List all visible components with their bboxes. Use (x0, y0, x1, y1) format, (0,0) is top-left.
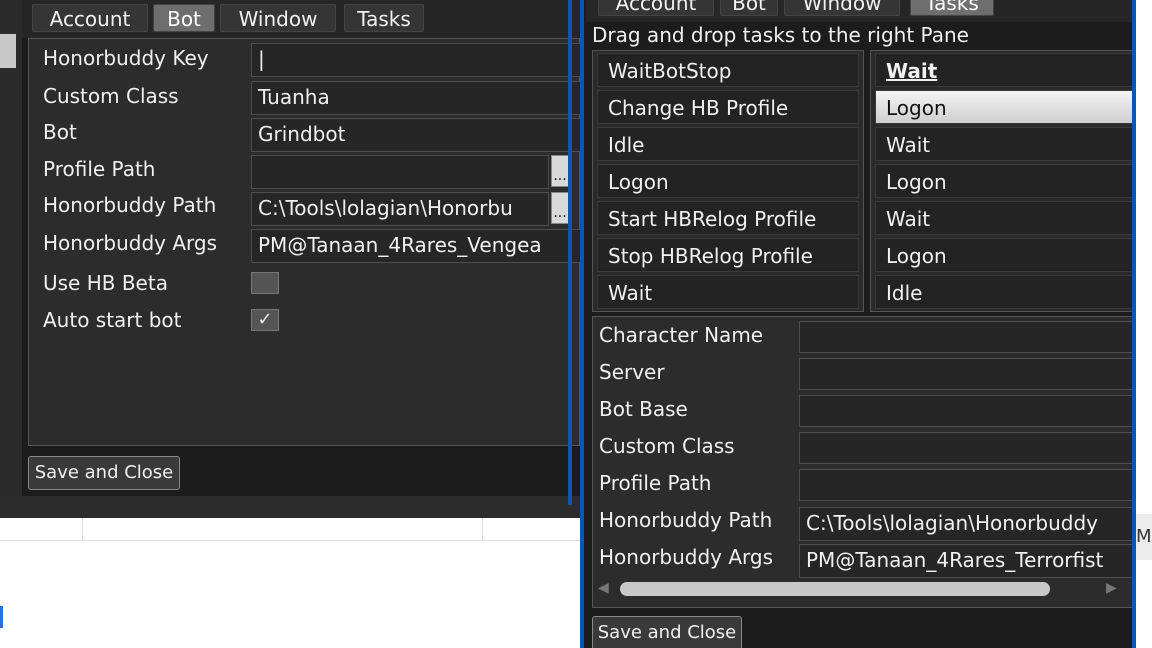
use-hb-beta-label: Use HB Beta (43, 271, 168, 295)
list-item[interactable]: Start HBRelog Profile (597, 201, 859, 235)
tab-window[interactable]: Window (784, 0, 900, 16)
window-edge (568, 0, 572, 505)
list-item[interactable]: Idle (597, 127, 859, 161)
list-item[interactable]: WaitBotStop (597, 53, 859, 87)
bot-base-label: Bot Base (599, 397, 688, 421)
honorbuddy-path-browse-button[interactable]: ... (551, 192, 569, 224)
scroll-left-arrow-icon[interactable]: ◀ (598, 580, 609, 596)
background-table-area (0, 518, 580, 648)
honorbuddy-key-input[interactable]: | (251, 43, 580, 77)
selection-marker (0, 606, 3, 628)
character-name-label: Character Name (599, 323, 764, 347)
custom-class-label: Custom Class (43, 84, 179, 108)
available-tasks-list: WaitBotStop Change HB Profile Idle Logon… (592, 50, 864, 312)
drag-drop-hint: Drag and drop tasks to the right Pane (592, 23, 969, 47)
tab-bar: Account Bot Window Tasks (22, 0, 580, 38)
grid-line (82, 518, 83, 540)
list-item[interactable]: Wait (875, 127, 1136, 161)
honorbuddy-path-label: Honorbuddy Path (43, 193, 217, 217)
honorbuddy-args-input[interactable]: PM@Tanaan_4Rares_Vengea (251, 229, 580, 263)
list-item[interactable]: Idle (875, 275, 1136, 309)
bot-label: Bot (43, 120, 77, 144)
list-item[interactable]: Wait (875, 53, 1136, 87)
grid-line (482, 518, 483, 540)
tab-window[interactable]: Window (220, 4, 336, 32)
use-hb-beta-checkbox[interactable] (251, 272, 279, 294)
auto-start-bot-label: Auto start bot (43, 308, 182, 332)
profile-path-input[interactable] (799, 469, 1136, 501)
profile-path-browse-button[interactable]: ... (551, 155, 569, 187)
background-area: M (1136, 0, 1152, 648)
task-detail-panel: Character Name Server Bot Base Custom Cl… (592, 316, 1136, 608)
scroll-right-arrow-icon[interactable]: ▶ (1106, 580, 1117, 596)
list-item[interactable]: Logon (875, 90, 1136, 124)
window-bottom-border (0, 496, 580, 518)
tasks-window: Account Bot Window Tasks Drag and drop t… (580, 0, 1136, 648)
custom-class-input[interactable]: Tuanha (251, 81, 580, 115)
profile-path-label: Profile Path (43, 157, 156, 181)
honorbuddy-path-input[interactable]: C:\Tools\lolagian\Honorbu (251, 192, 549, 226)
honorbuddy-args-label: Honorbuddy Args (43, 231, 218, 255)
profile-path-input[interactable] (251, 155, 549, 189)
bot-input[interactable]: Grindbot (251, 118, 580, 152)
tab-bot[interactable]: Bot (153, 4, 215, 32)
clipped-text: M (1136, 514, 1152, 560)
server-input[interactable] (799, 358, 1136, 390)
list-item[interactable]: Wait (597, 275, 859, 309)
character-name-input[interactable] (799, 321, 1136, 353)
list-item[interactable]: Logon (875, 238, 1136, 272)
grid-line (0, 540, 580, 541)
bot-settings-panel: Honorbuddy Key | Custom Class Tuanha Bot… (28, 38, 580, 446)
auto-start-bot-checkbox[interactable]: ✓ (251, 309, 279, 331)
left-gutter (0, 0, 22, 518)
list-item[interactable]: Logon (875, 164, 1136, 198)
tab-account[interactable]: Account (32, 4, 148, 32)
save-and-close-button[interactable]: Save and Close (28, 456, 180, 490)
profile-path-label: Profile Path (599, 471, 712, 495)
bot-base-input[interactable] (799, 395, 1136, 427)
honorbuddy-path-input[interactable]: C:\Tools\lolagian\Honorbuddy (799, 507, 1136, 541)
tab-bot[interactable]: Bot (720, 0, 778, 16)
gutter-notch (0, 34, 16, 68)
custom-class-label: Custom Class (599, 434, 735, 458)
tab-bar: Account Bot Window Tasks (586, 0, 1136, 22)
window-edge (580, 0, 584, 648)
save-and-close-button[interactable]: Save and Close (592, 616, 742, 648)
check-mark-icon: ✓ (257, 309, 273, 330)
custom-class-input[interactable] (799, 432, 1136, 464)
list-item[interactable]: Logon (597, 164, 859, 198)
honorbuddy-args-label: Honorbuddy Args (599, 545, 774, 569)
honorbuddy-args-input[interactable]: PM@Tanaan_4Rares_Terrorfist (799, 544, 1136, 578)
honorbuddy-key-label: Honorbuddy Key (43, 46, 209, 70)
list-item[interactable]: Change HB Profile (597, 90, 859, 124)
tab-account[interactable]: Account (598, 0, 714, 16)
horizontal-scrollbar-thumb[interactable] (620, 582, 1050, 596)
bot-settings-window: Account Bot Window Tasks Honorbuddy Key … (0, 0, 580, 518)
tab-tasks[interactable]: Tasks (344, 4, 424, 32)
server-label: Server (599, 360, 665, 384)
honorbuddy-path-label: Honorbuddy Path (599, 508, 773, 532)
tab-tasks[interactable]: Tasks (910, 0, 994, 16)
list-item[interactable]: Wait (875, 201, 1136, 235)
list-item[interactable]: Stop HBRelog Profile (597, 238, 859, 272)
queued-tasks-list: Wait Logon Wait Logon Wait Logon Idle (870, 50, 1136, 312)
